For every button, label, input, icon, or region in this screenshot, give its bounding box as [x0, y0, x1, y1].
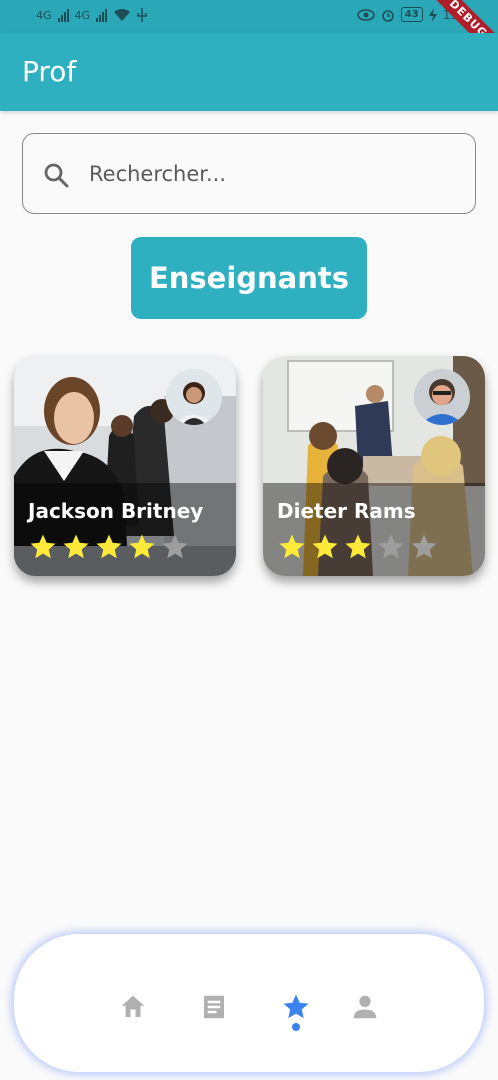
- teacher-card-jackson-britney[interactable]: Jackson Britney: [14, 356, 236, 576]
- teacher-avatar: [166, 369, 222, 425]
- teacher-card-dieter-rams[interactable]: Dieter Rams: [263, 356, 485, 576]
- search-input[interactable]: [89, 156, 449, 192]
- search-box[interactable]: [22, 133, 476, 214]
- status-left: 4G 4G: [36, 8, 147, 22]
- star-filled-icon: [312, 534, 338, 559]
- bottom-navigation: [14, 934, 484, 1072]
- article-icon[interactable]: [199, 992, 229, 1022]
- person-icon[interactable]: [350, 992, 380, 1022]
- home-icon[interactable]: [118, 992, 148, 1022]
- app-bar: Prof: [0, 33, 498, 111]
- rating-stars: [277, 532, 439, 562]
- signal-label-2: 4G: [74, 8, 91, 22]
- charging-icon: [428, 7, 437, 22]
- status-right: 43 13: [356, 7, 458, 22]
- search-icon: [44, 163, 69, 188]
- app-title: Prof: [22, 55, 77, 88]
- teachers-title-button[interactable]: Enseignants: [131, 237, 367, 319]
- star-empty-icon: [162, 534, 188, 559]
- star-empty-icon: [411, 534, 437, 559]
- star-icon[interactable]: [281, 992, 311, 1022]
- teacher-name: Jackson Britney: [28, 499, 204, 523]
- teacher-avatar: [414, 369, 470, 425]
- teacher-name: Dieter Rams: [277, 499, 416, 523]
- active-indicator-dot: [292, 1023, 300, 1031]
- card-overlay: [14, 483, 236, 576]
- alarm-icon: [381, 9, 394, 22]
- star-filled-icon: [129, 534, 155, 559]
- wifi-icon: [114, 8, 131, 21]
- battery-level: 43: [400, 7, 423, 22]
- star-filled-icon: [96, 534, 122, 559]
- signal-icon: [57, 8, 69, 22]
- avatar-image: [414, 369, 470, 425]
- rating-stars: [28, 532, 190, 562]
- card-overlay: [263, 483, 485, 576]
- usb-icon: [137, 8, 147, 22]
- signal-icon-2: [96, 8, 108, 22]
- star-filled-icon: [63, 534, 89, 559]
- status-bar: 4G 4G 43 13: [0, 0, 498, 33]
- star-filled-icon: [279, 534, 305, 559]
- signal-label-1: 4G: [36, 8, 52, 22]
- eye-icon: [356, 8, 375, 21]
- star-empty-icon: [378, 534, 404, 559]
- avatar-image: [166, 369, 222, 425]
- star-filled-icon: [30, 534, 56, 559]
- star-filled-icon: [345, 534, 371, 559]
